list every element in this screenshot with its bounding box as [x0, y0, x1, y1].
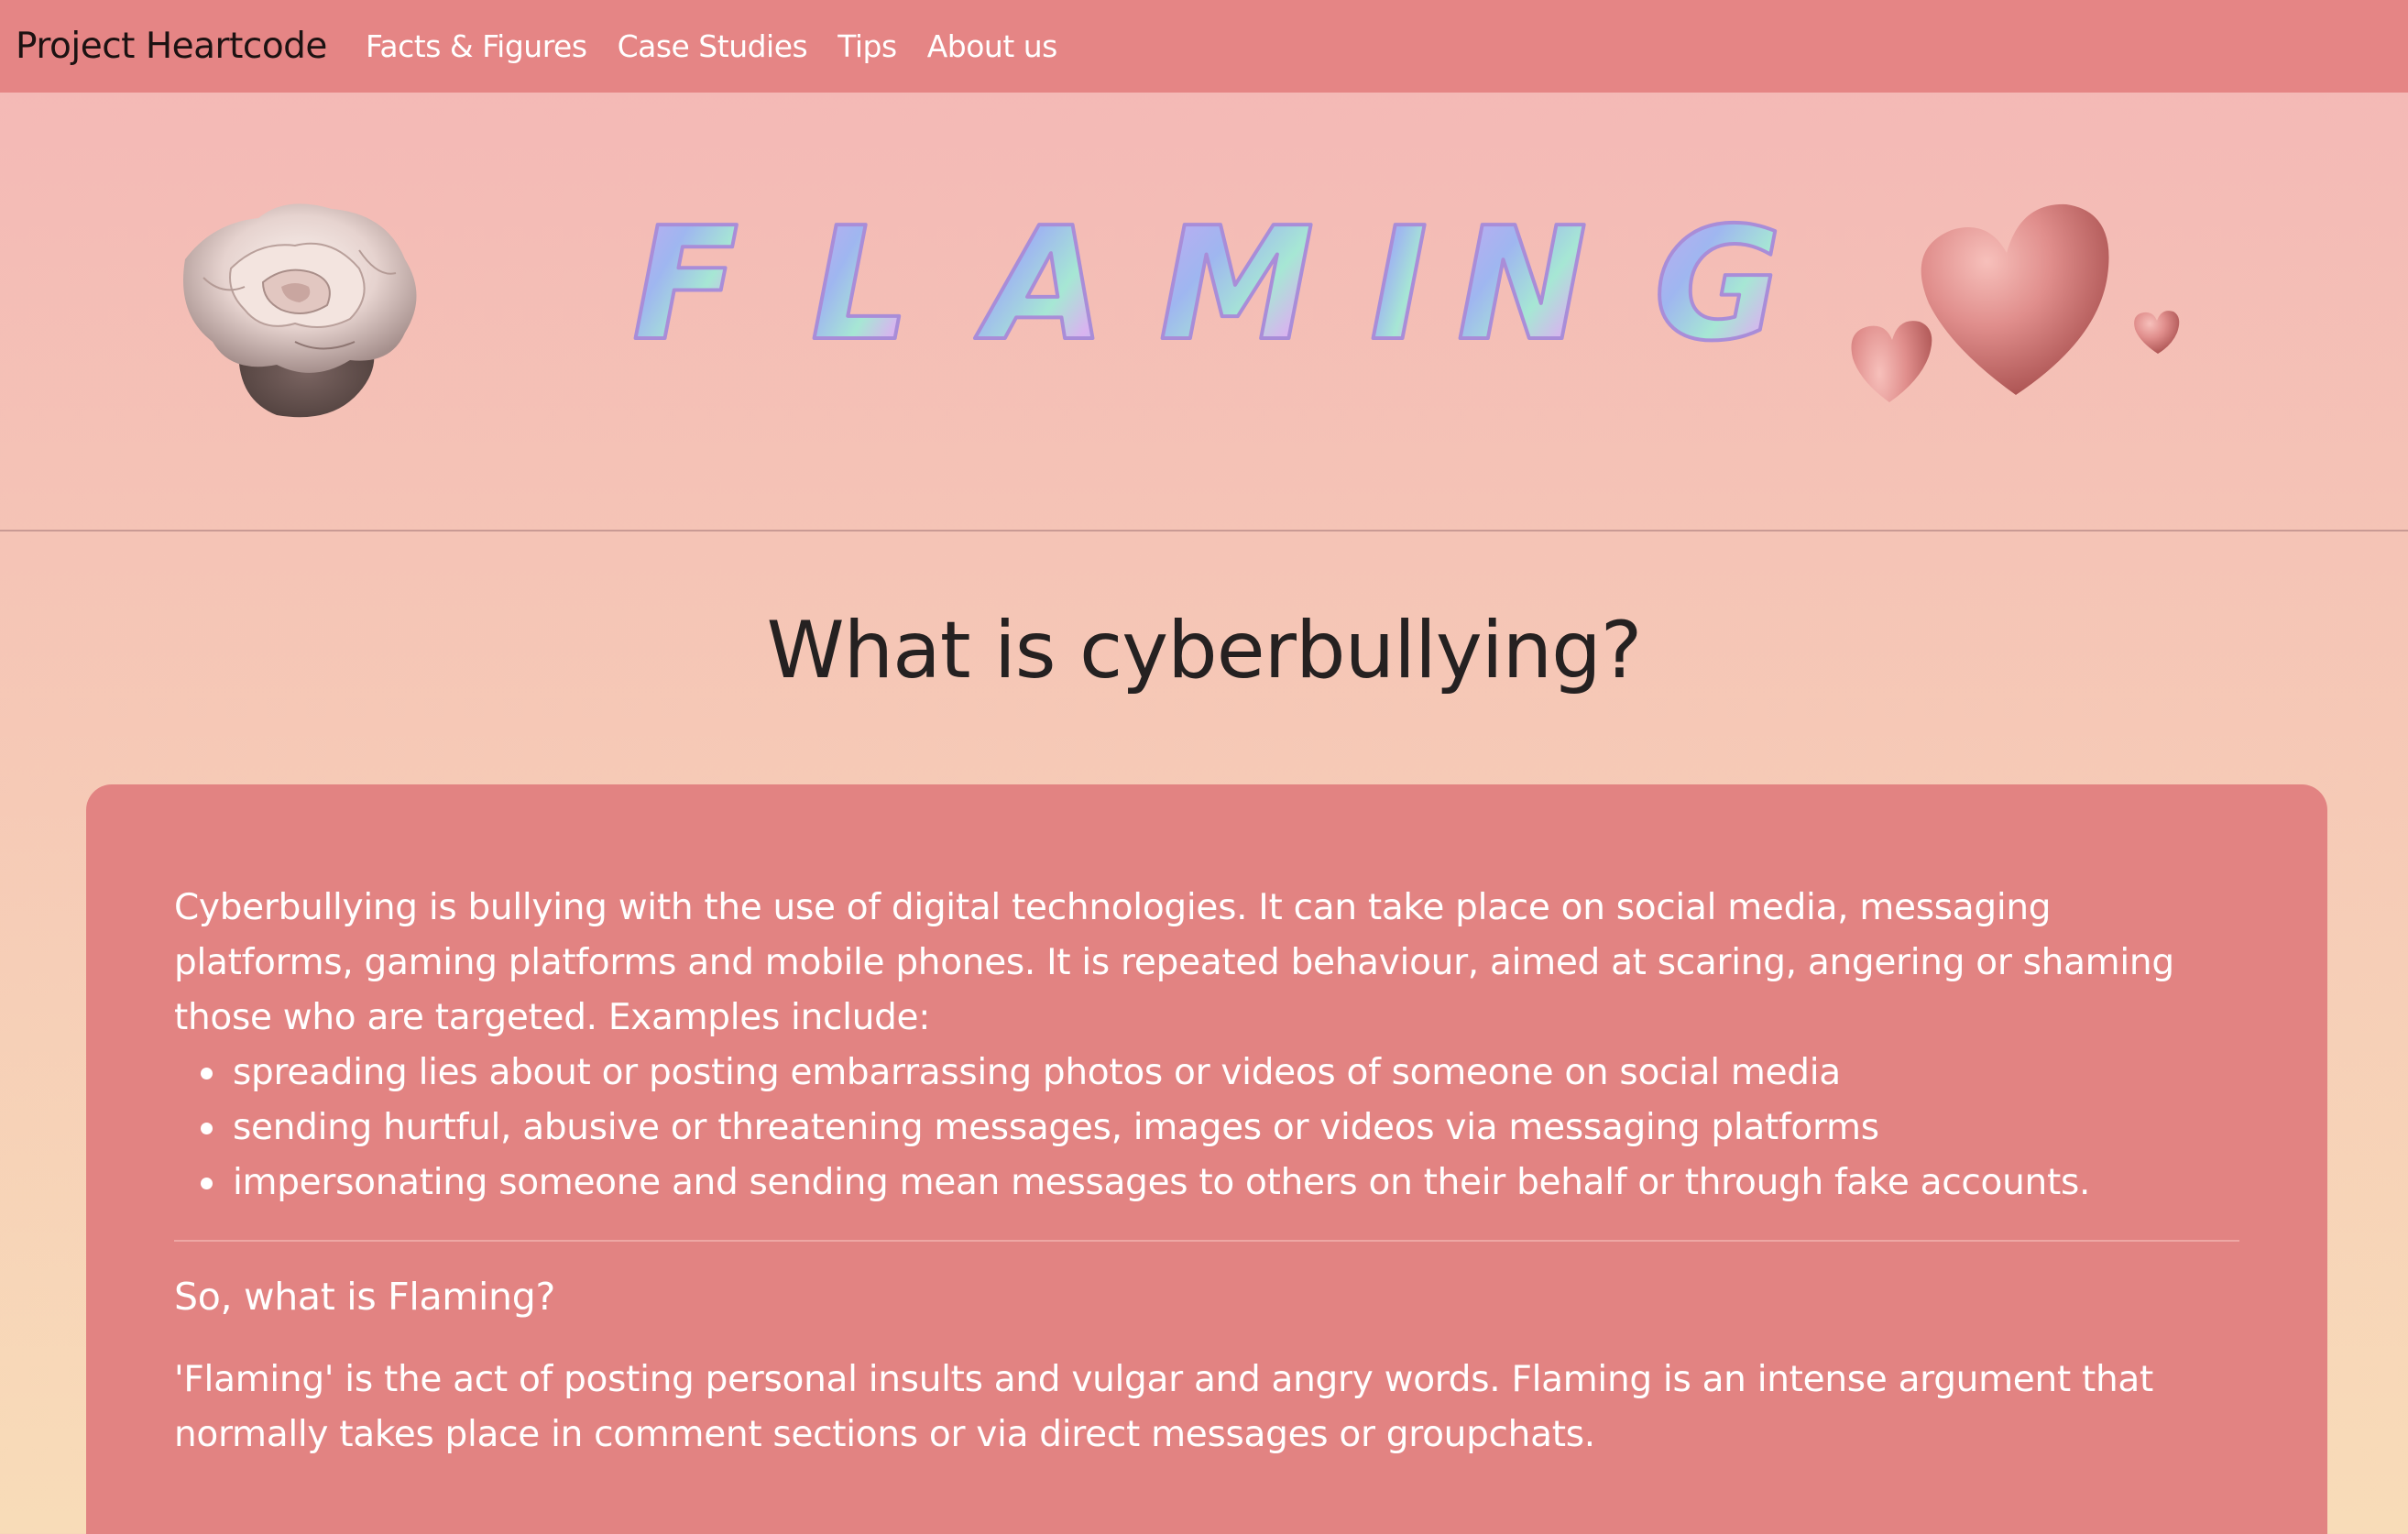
examples-list: spreading lies about or posting embarras…	[174, 1046, 2239, 1211]
large-heart-icon	[1921, 203, 2109, 395]
flaming-letter-n: N	[1457, 194, 1587, 367]
small-heart-icon-right	[2134, 311, 2180, 354]
hearts-image	[1851, 203, 2180, 402]
brand-link[interactable]: Project Heartcode	[16, 26, 327, 67]
page-title: What is cyberbullying?	[766, 605, 1643, 696]
small-heart-icon-left	[1851, 321, 1932, 402]
flaming-letter-g: G	[1654, 194, 1782, 367]
nav-links: Facts & Figures Case Studies Tips About …	[366, 28, 1057, 64]
nav-link-tips[interactable]: Tips	[837, 28, 897, 64]
nav-link-case-studies[interactable]: Case Studies	[618, 28, 808, 64]
top-navbar: Project Heartcode Facts & Figures Case S…	[0, 0, 2408, 93]
flaming-definition: 'Flaming' is the act of posting personal…	[174, 1359, 2153, 1455]
flaming-letter-a: A	[974, 194, 1106, 367]
list-item: sending hurtful, abusive or threatening …	[201, 1101, 2239, 1156]
flaming-letter-m: M	[1159, 194, 1314, 367]
flaming-title-graphic: F L A M I N G	[630, 192, 1784, 367]
list-item: spreading lies about or posting embarras…	[201, 1046, 2239, 1101]
flaming-letter-l: L	[811, 194, 910, 367]
divider	[174, 1240, 2239, 1242]
hero-banner: F L A M I N G	[0, 93, 2408, 531]
content-card: Cyberbullying is bullying with the use o…	[86, 784, 2327, 1534]
peony-flower-image	[183, 203, 417, 418]
nav-link-facts-figures[interactable]: Facts & Figures	[366, 28, 587, 64]
card-body: Cyberbullying is bullying with the use o…	[174, 881, 2239, 1463]
flaming-letter-f: F	[632, 194, 739, 367]
flaming-letter-i: I	[1370, 194, 1428, 367]
intro-paragraph: Cyberbullying is bullying with the use o…	[174, 887, 2174, 1038]
flaming-subheading: So, what is Flaming?	[174, 1275, 555, 1319]
nav-link-about-us[interactable]: About us	[927, 28, 1058, 64]
list-item: impersonating someone and sending mean m…	[201, 1156, 2239, 1211]
